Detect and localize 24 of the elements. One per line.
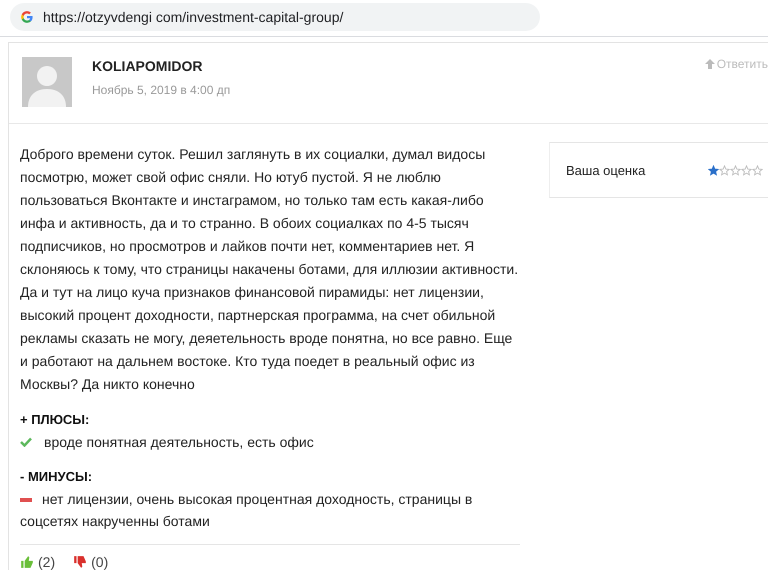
avatar-icon xyxy=(22,57,72,107)
section-text: вроде понятная деятельность, есть офис xyxy=(20,431,520,453)
comment-date: Ноябрь 5, 2019 в 4:00 дп xyxy=(92,83,230,97)
url-text: https://otzyvdengi com/investment-capital-group/ xyxy=(43,9,344,25)
section-text: нет лицензии, очень высокая процентная доходность, страницы в соцсетях накрученны ботами xyxy=(20,490,474,531)
vote-count: (2) xyxy=(38,554,56,570)
star-icon[interactable] xyxy=(752,164,763,176)
address-bar[interactable]: https://otzyvdengi com/investment-capital-group/ xyxy=(10,3,540,31)
rating-label: Ваша оценка xyxy=(566,162,646,178)
star-icon[interactable] xyxy=(719,164,730,176)
thumbs-up-icon[interactable] xyxy=(20,555,34,569)
minus-icon xyxy=(20,498,32,502)
section-heading: + ПЛЮСЫ: xyxy=(20,412,90,427)
author-name: KOLIAPOMIDOR xyxy=(92,58,204,74)
arrow-up-icon xyxy=(704,59,715,69)
thumbs-down-icon[interactable] xyxy=(73,555,88,569)
star-icon[interactable] xyxy=(741,164,752,176)
star-icon[interactable] xyxy=(730,164,741,176)
vote-count: (0) xyxy=(91,554,108,570)
comment-text: Доброго времени суток. Решил заглянуть в их социалки, думал видосы посмотрю, может свой офис сняли. Но ютуб пустой. Я не люблю пользоваться Вконтакте и инстаграмом, но только там есть какая-либо инфа и активность, да и то странно. В обоих социалках по 4-5 тысяч подписчиков, но просмотров и лайков почти нет, комментариев нет. Я склоняюсь к тому, что страницы накачены ботами, для иллюзии активности. Да и тут на лицо куча признаков финансовой пирамиды: нет лицензии, высокий процент доходности, партнерская программа, на счет обильной рекламы сказать не могу, деяетельность вроде понятна, но все равно. Еще и работают на дальнем востоке. Кто туда поедет в реальный офис из Москвы? Да никто конечно xyxy=(20,145,520,394)
section-heading: - МИНУСЫ: xyxy=(20,469,94,484)
star-icon[interactable] xyxy=(708,164,719,176)
google-logo-icon xyxy=(20,10,34,24)
check-icon xyxy=(20,437,32,447)
